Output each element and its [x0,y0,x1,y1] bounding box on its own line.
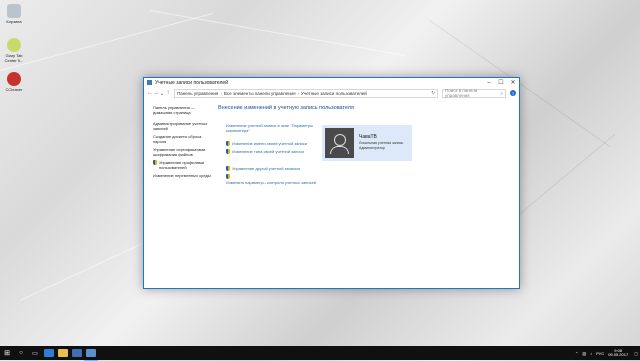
taskbar: ⊞ ○ ▭ ⌃ ▥ ♪ РУС 9:08 09.05.2017 ▢ [0,346,640,361]
link-change-type[interactable]: Изменение типа своей учетной записи [232,149,304,154]
clock[interactable]: 9:08 09.05.2017 [606,348,630,358]
control-panel-icon [147,80,152,85]
tray-chevron-icon[interactable]: ⌃ [575,351,578,356]
account-role: Администратор [359,145,385,150]
user-head-icon [334,134,346,146]
recycle-bin-icon [7,4,21,18]
sidebar-item-profiles[interactable]: Управление профилями пользователей [153,160,213,170]
desktop-icon-label: Glary Tab Center 5... [4,53,24,63]
breadcrumb-item[interactable]: Учетные записи пользователей [301,91,367,96]
sidebar-item-label: Управление профилями пользователей [159,160,204,170]
language-indicator[interactable]: РУС [596,351,604,356]
store-icon [72,349,82,357]
sidebar: Панель управления — домашняя страница Ад… [153,105,213,181]
main-content: Внесение изменений в учетную запись поль… [218,105,508,201]
refresh-icon[interactable]: ↻ [431,90,435,96]
search-icon[interactable]: ○ [14,346,28,360]
uac-shield-icon [153,160,157,165]
window-title: Учетные записи пользователей [155,79,228,86]
volume-icon[interactable]: ♪ [590,351,592,356]
desktop-icon-label: CCleaner [5,87,23,92]
sidebar-item-env-vars[interactable]: Изменение переменных среды [153,173,213,178]
desktop-icon-label: Корзина [6,19,22,24]
sidebar-item-reset-disk[interactable]: Создание дискеты сброса пароля [153,134,213,144]
breadcrumb-separator-icon: › [220,90,222,96]
glary-icon [7,38,21,52]
sidebar-item-home[interactable]: Панель управления — домашняя страница [153,105,213,115]
clock-date: 09.05.2017 [608,352,629,357]
taskbar-app-explorer[interactable] [56,346,70,360]
uac-shield-icon [226,166,230,171]
search-placeholder: Поиск в панели управления [445,88,478,98]
control-panel-icon [86,348,96,357]
user-body-icon [330,146,349,154]
taskbar-app-edge[interactable] [42,346,56,360]
address-bar: ← → ⌄ ↑ Панель управления › Все элементы… [144,87,519,99]
breadcrumb[interactable]: Панель управления › Все элементы панели … [174,88,438,98]
notifications-icon[interactable]: ▢ [634,351,638,356]
folder-icon [58,349,68,357]
minimize-button[interactable]: – [483,78,495,87]
account-details: Локальная учетная запись Администратор [359,141,403,150]
network-icon[interactable]: ▥ [582,351,586,356]
account-name: ЧаваТВ [359,134,377,140]
task-view-icon[interactable]: ▭ [28,346,42,360]
desktop-icon-ccleaner[interactable]: CCleaner [2,72,26,92]
start-button[interactable]: ⊞ [0,346,14,360]
maximize-button[interactable]: ☐ [495,78,507,87]
taskbar-app-store[interactable] [70,346,84,360]
link-uac-settings[interactable]: Изменить параметры контроля учетных запи… [226,180,336,185]
breadcrumb-item[interactable]: Панель управления [177,91,218,96]
system-tray: ⌃ ▥ ♪ РУС 9:08 09.05.2017 ▢ [573,348,640,358]
link-change-name[interactable]: Изменение имени своей учетной записи [232,141,307,146]
uac-shield-icon [226,149,230,154]
account-type: Локальная учетная запись [359,141,404,145]
desktop-icon-recycle-bin[interactable]: Корзина [2,4,26,24]
breadcrumb-separator-icon: › [297,90,300,96]
title-bar[interactable]: Учетные записи пользователей – ☐ ✕ [144,78,519,87]
account-card: ЧаваТВ Локальная учетная запись Админист… [322,125,412,161]
edge-icon [44,349,54,357]
search-input[interactable]: Поиск в панели управления ⌕ [442,88,506,98]
breadcrumb-item[interactable]: Все элементы панели управления [224,91,296,96]
sidebar-item-admin[interactable]: Администрирование учетных записей [153,121,213,131]
desktop-icon-glary[interactable]: Glary Tab Center 5... [2,38,26,63]
ccleaner-icon [7,72,21,86]
up-arrow-icon[interactable]: ↑ [165,90,171,96]
search-icon: ⌕ [500,90,503,96]
user-accounts-window: Учетные записи пользователей – ☐ ✕ ← → ⌄… [143,77,520,289]
link-settings-account[interactable]: Изменение учетной записи в окне "Парамет… [226,123,321,133]
sidebar-item-certificates[interactable]: Управление сертификатами шифрования файл… [153,147,213,157]
taskbar-app-control-panel[interactable] [84,346,98,361]
avatar [325,128,354,158]
uac-shield-icon [226,174,230,179]
close-button[interactable]: ✕ [507,78,519,87]
uac-shield-icon [226,141,230,146]
link-manage-other[interactable]: Управление другой учетной записью [232,166,300,171]
help-icon[interactable]: ? [510,90,516,96]
